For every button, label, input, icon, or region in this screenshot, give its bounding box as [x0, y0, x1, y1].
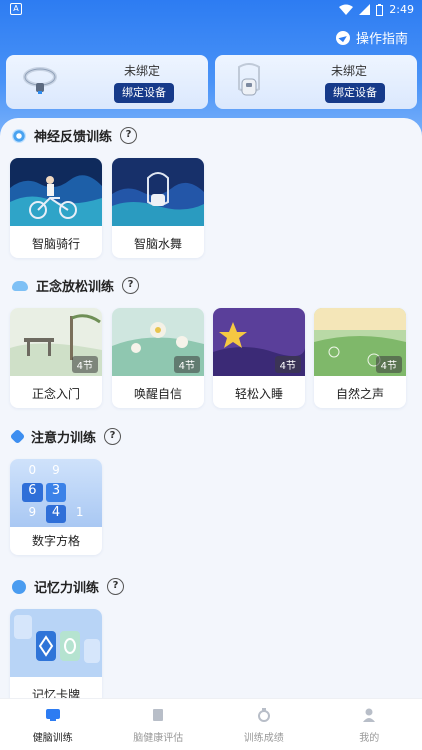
brainwave-icon [12, 128, 26, 143]
operation-guide-label: 操作指南 [355, 32, 408, 47]
brain-icon [12, 579, 26, 594]
help-icon[interactable]: ? [107, 578, 125, 595]
lesson-count-badge: 4节 [375, 356, 402, 373]
help-icon[interactable]: ? [104, 428, 122, 445]
lesson-count-badge: 4节 [173, 356, 200, 373]
grid-cell: 6 [22, 483, 43, 502]
device-card-clip[interactable]: 未绑定 绑定设备 [215, 55, 417, 109]
bottom-tab-bar: 健脑训练 脑健康评估 训练成绩 我的 [0, 698, 422, 750]
water-dance-thumbnail [112, 158, 204, 226]
cloud-icon [12, 280, 28, 291]
help-icon[interactable]: ? [122, 277, 140, 294]
training-card-mindfulness-intro[interactable]: 4节 正念入门 [10, 308, 102, 408]
training-card-label: 数字方格 [31, 534, 80, 548]
bind-device-button[interactable]: 绑定设备 [325, 83, 385, 103]
tab-label: 训练成绩 [243, 733, 284, 744]
training-card-label: 自然之声 [335, 387, 384, 401]
headband-device-icon [23, 67, 57, 94]
operation-guide-link[interactable]: 操作指南 [335, 28, 408, 47]
section-title-label: 注意力训练 [31, 431, 97, 446]
tab-label: 脑健康评估 [133, 733, 184, 744]
training-card-number-grid[interactable]: 0 9 6 3 9 4 1 数字方格 [10, 459, 102, 555]
device-status: 未绑定 [330, 64, 367, 78]
grid-cell [69, 483, 90, 501]
help-icon[interactable]: ? [120, 127, 138, 144]
clip-device-icon [238, 63, 260, 96]
tab-label: 健脑训练 [32, 733, 73, 744]
device-card-headband[interactable]: 未绑定 绑定设备 [6, 55, 208, 109]
compass-icon [335, 30, 350, 45]
grid-cell: 9 [28, 504, 37, 519]
tab-label: 我的 [359, 733, 380, 744]
lesson-count-badge: 4节 [274, 356, 301, 373]
assessment-icon [153, 709, 164, 721]
section-title-memory: 记忆力训练 ? [12, 577, 125, 596]
app-notification-icon: A [10, 3, 22, 15]
memory-cards-thumbnail [10, 609, 102, 677]
section-title-attention: 注意力训练 ? [9, 427, 122, 446]
section-title-label: 记忆力训练 [34, 581, 100, 596]
user-icon [363, 708, 376, 722]
section-title-neurofeedback: 神经反馈训练 ? [12, 126, 138, 145]
status-bar: A 2:49 [0, 0, 422, 20]
training-card-nature-sounds[interactable]: 4节 自然之声 [314, 308, 406, 408]
cycling-thumbnail [10, 158, 102, 226]
battery-icon [376, 3, 384, 16]
status-time: 2:49 [389, 3, 414, 16]
focus-icon [9, 428, 26, 445]
tab-training-results[interactable]: 训练成绩 [211, 699, 317, 750]
device-status: 未绑定 [123, 64, 160, 78]
tab-profile[interactable]: 我的 [317, 699, 422, 750]
training-panel: 神经反馈训练 ? 智脑骑行 智脑水舞 正念放松训练 ? 4节 正念入门 4节 唤… [0, 118, 422, 709]
section-title-label: 正念放松训练 [36, 280, 115, 295]
training-card-label: 正念入门 [31, 387, 80, 401]
training-card-cycling[interactable]: 智脑骑行 [10, 158, 102, 258]
grid-cell: 9 [52, 463, 60, 477]
tab-brain-training[interactable]: 健脑训练 [0, 699, 106, 750]
wifi-icon [339, 4, 354, 15]
training-card-label: 轻松入睡 [234, 387, 283, 401]
training-card-confidence[interactable]: 4节 唤醒自信 [112, 308, 204, 408]
training-card-label: 唤醒自信 [133, 387, 182, 401]
grid-cell: 4 [45, 504, 67, 523]
training-card-sleep[interactable]: 4节 轻松入睡 [213, 308, 305, 408]
training-card-memory-cards[interactable]: 记忆卡牌 [10, 609, 102, 709]
bind-device-button[interactable]: 绑定设备 [114, 83, 174, 103]
medal-icon [257, 708, 270, 722]
grid-cell: 3 [45, 483, 67, 502]
training-card-label: 智脑骑行 [31, 237, 80, 251]
grid-cell: 0 [28, 463, 37, 477]
lesson-count-badge: 4节 [71, 356, 98, 373]
grid-cell [69, 463, 90, 480]
section-title-label: 神经反馈训练 [34, 130, 113, 145]
signal-icon [359, 4, 371, 15]
number-grid-thumbnail: 0 9 6 3 9 4 1 [10, 459, 102, 527]
training-card-label: 智脑水舞 [133, 237, 182, 251]
tab-brain-health[interactable]: 脑健康评估 [106, 699, 212, 750]
grid-cell: 1 [75, 504, 84, 519]
section-title-mindfulness: 正念放松训练 ? [12, 276, 140, 295]
brain-training-icon [45, 709, 60, 721]
training-card-water-dance[interactable]: 智脑水舞 [112, 158, 204, 258]
